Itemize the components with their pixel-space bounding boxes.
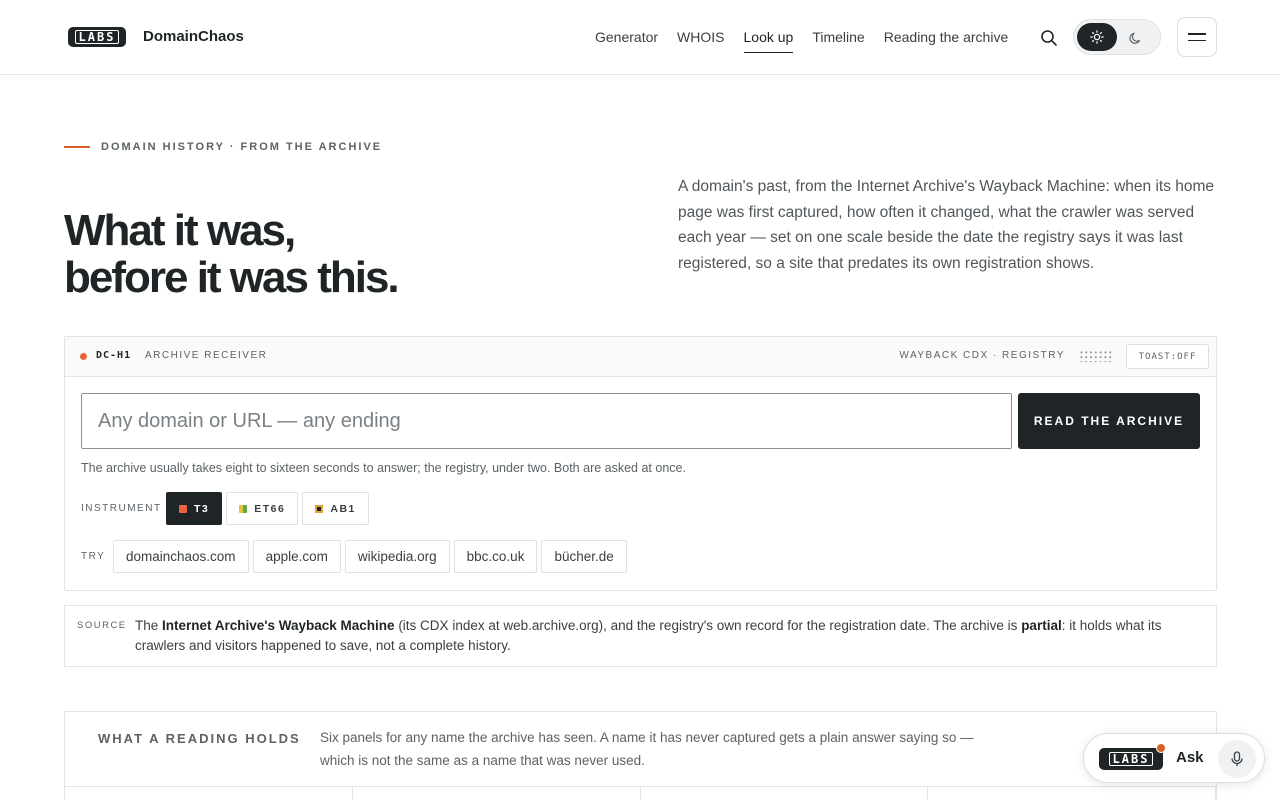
example-chip[interactable]: domainchaos.com: [113, 540, 249, 573]
try-label: TRY: [81, 551, 106, 562]
menu-button[interactable]: [1177, 17, 1217, 57]
main-nav: Generator WHOIS Look up Timeline Reading…: [595, 29, 1008, 53]
page-title: What it was, before it was this.: [64, 206, 400, 302]
menu-icon: [1188, 33, 1206, 35]
receiver-header: DC-H1 ARCHIVE RECEIVER WAYBACK CDX · REG…: [65, 337, 1216, 377]
archive-receiver-panel: DC-H1 ARCHIVE RECEIVER WAYBACK CDX · REG…: [64, 336, 1217, 591]
swatch-t3-icon: [179, 504, 187, 513]
holds-panel: [641, 787, 929, 800]
receiver-label: ARCHIVE RECEIVER: [145, 350, 268, 361]
example-chip[interactable]: bücher.de: [541, 540, 627, 573]
instrument-ab1[interactable]: AB1: [302, 492, 369, 525]
nav-whois[interactable]: WHOIS: [677, 29, 724, 53]
theme-toggle[interactable]: [1073, 19, 1161, 55]
brand-name[interactable]: DomainChaos: [143, 28, 244, 45]
source-partial: partial: [1021, 618, 1062, 633]
hero-description: A domain's past, from the Internet Archi…: [678, 178, 1215, 273]
receiver-id: DC-H1: [96, 350, 132, 361]
holds-panels: [65, 786, 1216, 800]
ask-logo: LABS: [1099, 748, 1163, 770]
ask-widget[interactable]: LABS Ask: [1083, 733, 1265, 783]
top-bar: LABS DomainChaos Generator WHOIS Look up…: [0, 0, 1280, 75]
reading-holds-section: WHAT A READING HOLDS Six panels for any …: [64, 711, 1217, 800]
hero-eyebrow: DOMAIN HISTORY · FROM THE ARCHIVE: [64, 141, 382, 153]
nav-generator[interactable]: Generator: [595, 29, 658, 53]
notification-dot-icon: [1156, 743, 1166, 753]
light-mode-button[interactable]: [1077, 23, 1117, 51]
sun-icon: [1090, 30, 1104, 44]
domain-input[interactable]: [81, 393, 1012, 449]
read-archive-button[interactable]: READ THE ARCHIVE: [1018, 393, 1200, 449]
instrument-label: INSTRUMENT: [81, 503, 162, 514]
instrument-selector: INSTRUMENT T3 ET66 AB1: [81, 492, 373, 525]
instrument-et66[interactable]: ET66: [226, 492, 299, 525]
receiver-sources: WAYBACK CDX · REGISTRY: [899, 350, 1065, 361]
search-button[interactable]: [1039, 28, 1059, 48]
instrument-t3[interactable]: T3: [166, 492, 223, 525]
nav-timeline[interactable]: Timeline: [812, 29, 864, 53]
swatch-et66-icon: [239, 504, 248, 513]
nav-reading-the-archive[interactable]: Reading the archive: [884, 29, 1009, 53]
dot-grid-icon: [1079, 350, 1113, 362]
nav-look-up[interactable]: Look up: [743, 29, 794, 53]
holds-title: WHAT A READING HOLDS: [98, 731, 301, 746]
example-chip[interactable]: bbc.co.uk: [453, 540, 538, 573]
example-chip[interactable]: apple.com: [252, 540, 341, 573]
labs-logo[interactable]: LABS: [68, 27, 126, 47]
ask-label: Ask: [1176, 749, 1204, 766]
search-icon: [1041, 30, 1057, 46]
source-note: SOURCE The Internet Archive's Wayback Ma…: [64, 605, 1217, 667]
source-label: SOURCE: [77, 620, 127, 631]
holds-panel: [65, 787, 353, 800]
moon-icon: [1129, 32, 1141, 44]
source-text: The Internet Archive's Wayback Machine (…: [135, 618, 1162, 653]
menu-icon-bar: [1188, 39, 1206, 41]
source-archive-name: Internet Archive's Wayback Machine: [162, 618, 395, 633]
example-chip[interactable]: wikipedia.org: [344, 540, 450, 573]
toast-toggle[interactable]: TOAST:OFF: [1126, 344, 1209, 369]
example-domains: TRY domainchaos.com apple.com wikipedia.…: [81, 540, 631, 573]
status-dot-icon: [80, 353, 87, 360]
microphone-button[interactable]: [1218, 740, 1256, 778]
swatch-ab1-icon: [315, 504, 324, 513]
holds-text: Six panels for any name the archive has …: [320, 730, 974, 768]
dark-mode-button[interactable]: [1126, 28, 1146, 48]
holds-panel: [353, 787, 641, 800]
eyebrow-rule: [64, 146, 90, 148]
receiver-hint: The archive usually takes eight to sixte…: [81, 461, 686, 475]
holds-panel: [928, 787, 1216, 800]
microphone-icon: [1231, 751, 1243, 766]
